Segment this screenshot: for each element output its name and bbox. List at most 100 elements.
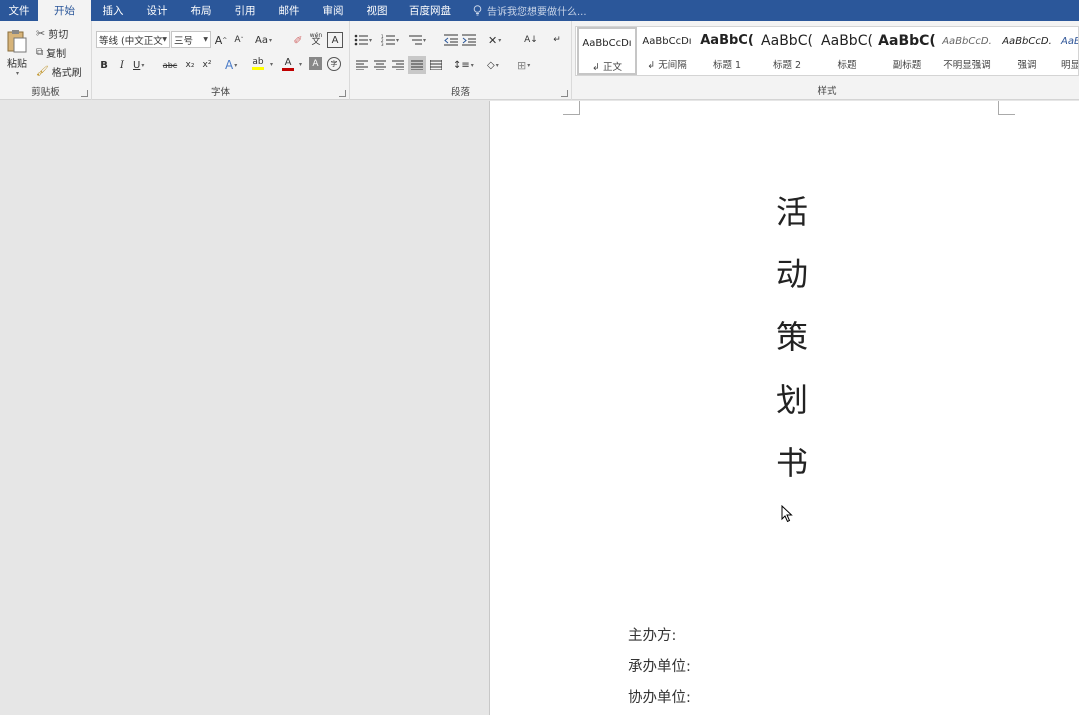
- distributed-button[interactable]: [428, 57, 444, 73]
- subscript-button[interactable]: x₂: [182, 57, 198, 73]
- style-intense-emphasis[interactable]: AaB 明显: [1057, 27, 1078, 75]
- style-subtle-emphasis[interactable]: AaBbCcD. 不明显强调: [937, 27, 997, 75]
- strikethrough-button[interactable]: abc: [162, 57, 178, 73]
- align-right-button[interactable]: [390, 57, 406, 73]
- margin-corner-mark: [563, 101, 580, 115]
- svg-text:3: 3: [381, 42, 384, 46]
- paint-bucket-icon: ◇: [487, 59, 495, 71]
- shading-button[interactable]: ◇ ▾: [487, 57, 499, 73]
- font-name-combo[interactable]: 等线 (中文正文 ▼: [96, 31, 170, 48]
- increase-indent-icon: [462, 34, 476, 46]
- tab-references[interactable]: 引用: [223, 0, 267, 21]
- multilevel-list-icon: [409, 35, 422, 45]
- line-spacing-button[interactable]: ↕≡ ▾: [453, 57, 474, 73]
- format-painter-button[interactable]: 🖌 格式刷: [36, 63, 82, 79]
- justify-icon: [411, 60, 423, 70]
- underline-button[interactable]: U ▾: [133, 57, 144, 73]
- borders-button[interactable]: ⊞ ▾: [517, 57, 530, 73]
- paste-label: 粘贴: [7, 59, 27, 70]
- styles-group-label: 样式: [817, 86, 837, 97]
- highlight-button[interactable]: ab: [252, 55, 264, 73]
- style-subtitle[interactable]: AaBbC( 副标题: [877, 27, 937, 75]
- text-effects-button[interactable]: A ▾: [225, 57, 237, 73]
- tab-design[interactable]: 设计: [135, 0, 179, 21]
- enclose-characters-button[interactable]: 字: [327, 57, 341, 71]
- align-right-icon: [392, 60, 404, 70]
- style-title[interactable]: AaBbC( 标题: [817, 27, 877, 75]
- numbering-button[interactable]: 1 2 3 ▾: [381, 32, 399, 48]
- paragraph-group: ▾ 1 2 3 ▾ ▾ ✕ ▾ A↓ ↵ ↕≡ ▾ ◇ ▾ ⊞ ▾ 段落: [350, 21, 572, 100]
- style-normal[interactable]: AaBbCcDı ↲ 正文: [577, 27, 637, 75]
- style-heading-2[interactable]: AaBbC( 标题 2: [757, 27, 817, 75]
- align-left-button[interactable]: [354, 57, 370, 73]
- align-center-button[interactable]: [372, 57, 388, 73]
- tab-insert[interactable]: 插入: [91, 0, 135, 21]
- title-char: 策: [775, 318, 808, 356]
- character-border-button[interactable]: A: [327, 32, 343, 48]
- font-size-value: 三号: [174, 35, 194, 47]
- ribbon: 粘贴 ▾ ✂ 剪切 ⧉ 复制 🖌 格式刷 剪贴板 等线 (中文正文 ▼ 三号 ▼…: [0, 21, 1079, 100]
- tab-file[interactable]: 文件: [0, 0, 38, 21]
- show-marks-button[interactable]: ↵: [549, 32, 565, 48]
- font-color-button[interactable]: A: [282, 55, 294, 73]
- phonetic-guide-button[interactable]: wén 文: [308, 31, 324, 47]
- copy-button[interactable]: ⧉ 复制: [36, 44, 66, 60]
- paintbrush-icon: 🖌: [36, 65, 49, 77]
- chevron-down-icon: ▼: [203, 36, 208, 43]
- clipboard-dialog-launcher[interactable]: [81, 90, 88, 97]
- superscript-button[interactable]: x²: [199, 57, 215, 73]
- copy-label: 复制: [46, 48, 67, 60]
- style-heading-1[interactable]: AaBbC( 标题 1: [697, 27, 757, 75]
- sort-button[interactable]: A↓: [523, 32, 539, 48]
- bold-button[interactable]: B: [96, 57, 112, 73]
- tab-home[interactable]: 开始: [38, 0, 91, 21]
- justify-button[interactable]: [408, 56, 426, 74]
- cut-button[interactable]: ✂ 剪切: [36, 25, 68, 41]
- numbering-icon: 123: [381, 34, 395, 46]
- tab-mailings[interactable]: 邮件: [267, 0, 311, 21]
- align-center-icon: [374, 60, 386, 70]
- font-size-combo[interactable]: 三号 ▼: [171, 31, 211, 48]
- tab-view[interactable]: 视图: [355, 0, 399, 21]
- copy-icon: ⧉: [36, 46, 44, 58]
- increase-indent-button[interactable]: [461, 32, 477, 48]
- font-color-icon: A: [284, 56, 292, 68]
- chinese-layout-icon: ✕: [488, 33, 498, 47]
- tell-me-placeholder: 告诉我您想要做什么...: [487, 7, 587, 18]
- tab-layout[interactable]: 布局: [179, 0, 223, 21]
- decrease-indent-button[interactable]: [443, 32, 459, 48]
- cut-label: 剪切: [48, 29, 69, 41]
- tab-baidu-netdisk[interactable]: 百度网盘: [399, 0, 461, 21]
- chinese-layout-button[interactable]: ✕ ▾: [488, 32, 501, 48]
- font-dialog-launcher[interactable]: [339, 90, 346, 97]
- italic-button[interactable]: I: [114, 57, 130, 73]
- ribbon-tab-bar: 文件 开始 插入 设计 布局 引用 邮件 审阅 视图 百度网盘 告诉我您想要做什…: [0, 0, 1079, 21]
- multilevel-list-button[interactable]: ▾: [408, 32, 426, 48]
- line-spacing-icon: ↕≡: [453, 59, 470, 71]
- bullets-button[interactable]: ▾: [354, 32, 372, 48]
- tab-review[interactable]: 审阅: [311, 0, 355, 21]
- sort-icon: A↓: [524, 35, 538, 45]
- decrease-indent-icon: [444, 34, 458, 46]
- style-no-spacing[interactable]: AaBbCcDı ↲ 无间隔: [637, 27, 697, 75]
- tell-me-box[interactable]: 告诉我您想要做什么...: [461, 0, 587, 21]
- chevron-down-icon: ▼: [162, 36, 167, 43]
- character-shading-button[interactable]: A: [309, 57, 322, 70]
- paste-icon: [7, 30, 27, 53]
- title-char: 动: [775, 255, 808, 293]
- style-emphasis[interactable]: AaBbCcD. 强调: [997, 27, 1057, 75]
- shrink-font-button[interactable]: Aˇ: [231, 32, 247, 48]
- paste-button[interactable]: 粘贴 ▾: [3, 27, 31, 79]
- document-page[interactable]: 活 动 策 划 书 主办方: 承办单位: 协办单位:: [489, 101, 1079, 715]
- font-name-value: 等线 (中文正文: [99, 35, 163, 47]
- paragraph-dialog-launcher[interactable]: [561, 90, 568, 97]
- clear-formatting-button[interactable]: ✐: [290, 32, 306, 48]
- title-char: 书: [775, 444, 808, 482]
- highlighter-icon: ab: [252, 57, 264, 67]
- font-group-label: 字体: [210, 87, 230, 98]
- margin-corner-mark: [998, 101, 1015, 115]
- grow-font-button[interactable]: A ^: [213, 32, 229, 48]
- mouse-pointer-icon: [781, 504, 793, 523]
- change-case-button[interactable]: Aa ▾: [255, 32, 272, 48]
- borders-icon: ⊞: [517, 58, 527, 72]
